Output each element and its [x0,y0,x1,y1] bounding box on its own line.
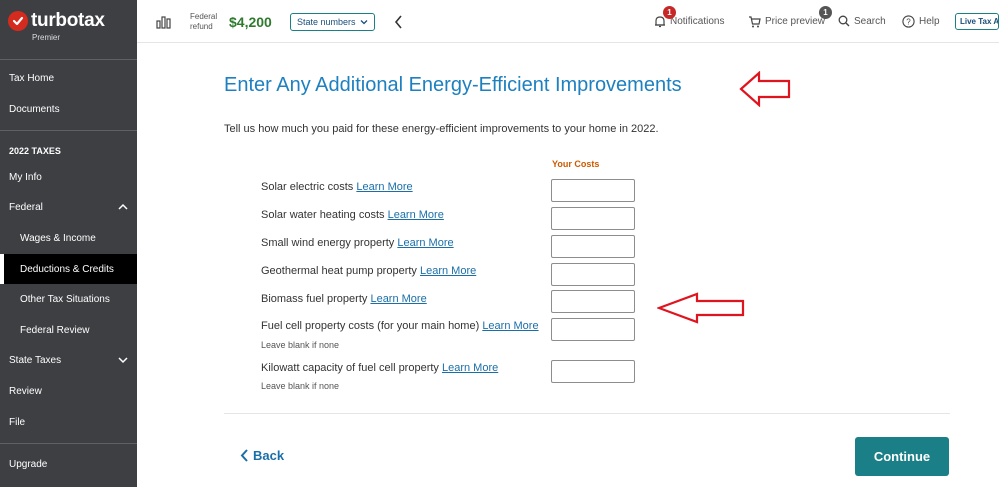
biomass-fuel-input[interactable] [551,290,635,313]
chevron-down-icon [118,357,128,364]
back-label: Back [253,448,285,463]
row-label-text: Fuel cell property costs (for your main … [261,320,480,332]
solar-water-heating-input[interactable] [551,207,635,230]
sidebar-item-federal-review[interactable]: Federal Review [0,315,137,345]
search-label: Search [854,15,886,27]
sidebar-item-tax-home[interactable]: Tax Home [0,63,137,93]
row-label-text: Small wind energy property [261,237,395,249]
chevron-left-icon[interactable] [394,15,404,29]
row-label-text: Solar water heating costs [261,209,385,221]
price-preview-label: Price preview [765,16,826,27]
svg-text:?: ? [906,18,911,27]
live-tax-advice-button[interactable]: Live Tax A [955,13,999,30]
top-bar: Federal refund $4,200 State numbers Noti… [137,0,999,43]
sidebar-item-wages-income[interactable]: Wages & Income [0,223,137,253]
kilowatt-capacity-input[interactable] [551,360,635,383]
refund-label-line-1: Federal [190,12,218,21]
notifications-label: Notifications [670,16,725,27]
sidebar: turbotax Premier Tax Home Documents 2022… [0,0,137,487]
red-annotation-arrow-icon [739,71,791,107]
row-label-small-wind: Small wind energy property Learn More [261,237,454,249]
row-label-geothermal: Geothermal heat pump property Learn More [261,265,476,277]
refund-label: Federal refund [190,12,217,32]
sidebar-item-other-tax-situations[interactable]: Other Tax Situations [0,284,137,314]
sidebar-item-file[interactable]: File [0,407,137,437]
learn-more-link[interactable]: Learn More [356,181,412,193]
chevron-down-icon [360,20,367,25]
help-link[interactable]: ? Help [902,15,940,28]
row-label-text: Biomass fuel property [261,293,368,305]
federal-refund-amount: $4,200 [229,14,272,30]
price-preview-badge: 1 [819,6,832,19]
red-annotation-arrow-icon [657,292,745,324]
sidebar-item-label: Federal [9,201,43,213]
search-icon [838,15,850,27]
brand-name: turbotax [31,10,105,31]
sidebar-item-federal[interactable]: Federal [0,192,137,222]
leave-blank-hint: Leave blank if none [261,381,340,391]
learn-more-link[interactable]: Learn More [397,237,453,249]
solar-electric-costs-input[interactable] [551,179,635,202]
row-label-text: Kilowatt capacity of fuel cell property [261,362,439,374]
notifications-badge: 1 [663,6,676,19]
page-title: Enter Any Additional Energy-Efficient Im… [224,74,682,96]
continue-button[interactable]: Continue [855,437,949,476]
learn-more-link[interactable]: Learn More [420,265,476,277]
sidebar-item-my-info[interactable]: My Info [0,162,137,192]
intro-text: Tell us how much you paid for these ener… [224,123,659,135]
help-icon: ? [902,15,915,28]
learn-more-link[interactable]: Learn More [370,293,426,305]
row-label-solar-electric: Solar electric costs Learn More [261,181,413,193]
row-label-biomass: Biomass fuel property Learn More [261,293,427,305]
sidebar-item-state-taxes[interactable]: State Taxes [0,345,137,375]
learn-more-link[interactable]: Learn More [482,320,538,332]
sidebar-divider [0,59,137,60]
divider [224,413,950,414]
sidebar-divider [0,443,137,444]
sidebar-divider [0,130,137,131]
row-label-text: Geothermal heat pump property [261,265,417,277]
learn-more-link[interactable]: Learn More [388,209,444,221]
price-preview-link[interactable]: Price preview [748,15,825,28]
help-label: Help [919,16,940,27]
sidebar-item-documents[interactable]: Documents [0,94,137,124]
sidebar-item-deductions-credits[interactable]: Deductions & Credits [0,254,137,284]
state-numbers-label: State numbers [297,17,356,27]
row-label-solar-water: Solar water heating costs Learn More [261,209,444,221]
turbotax-logo[interactable]: turbotax Premier [8,10,105,42]
learn-more-link[interactable]: Learn More [442,362,498,374]
search-link[interactable]: Search [838,15,886,27]
chevron-up-icon [118,203,128,210]
fuel-cell-costs-input[interactable] [551,318,635,341]
sidebar-item-review[interactable]: Review [0,376,137,406]
back-button[interactable]: Back [240,448,284,463]
sidebar-item-upgrade[interactable]: Upgrade [0,449,137,479]
your-costs-header: Your Costs [552,159,600,169]
brand-edition: Premier [32,33,61,42]
cart-icon [749,16,761,28]
chart-bars-icon[interactable] [156,15,171,29]
refund-label-line-2: refund [190,22,213,31]
row-label-fuel-cell: Fuel cell property costs (for your main … [261,320,539,332]
sidebar-item-label: State Taxes [9,354,62,366]
leave-blank-hint: Leave blank if none [261,340,340,350]
state-numbers-button[interactable]: State numbers [290,13,375,31]
geothermal-heat-pump-input[interactable] [551,263,635,286]
chevron-left-icon [240,449,248,462]
small-wind-energy-input[interactable] [551,235,635,258]
turbotax-check-icon [8,11,28,31]
row-label-kilowatt: Kilowatt capacity of fuel cell property … [261,362,498,374]
row-label-text: Solar electric costs [261,181,354,193]
